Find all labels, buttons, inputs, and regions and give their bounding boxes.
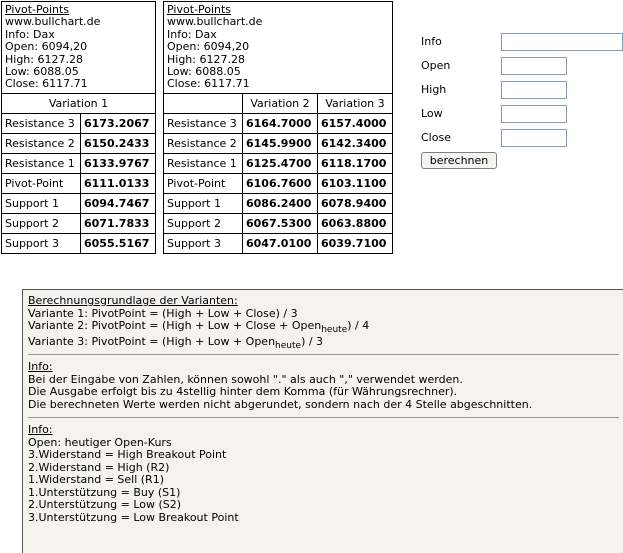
- basis-title: Berechnungsgrundlage der Varianten:: [28, 294, 238, 307]
- row-label: Resistance 3: [1, 112, 81, 134]
- row-label: Support 2: [163, 212, 243, 234]
- formula-variant-2: Variante 2: PivotPoint = (High + Low + C…: [28, 319, 370, 335]
- legend-line: 1.Widerstand = Sell (R1): [28, 473, 164, 486]
- column-header-variation-2: Variation 2: [242, 92, 318, 114]
- row-value: 6071.7833: [80, 212, 156, 234]
- open-line: Open: 6094,20: [167, 40, 250, 54]
- table-row: Pivot-Point 6111.0133: [1, 172, 156, 194]
- table-row: Resistance 1 6133.9767: [1, 152, 156, 174]
- column-header-variation-3: Variation 3: [317, 92, 393, 114]
- close-line: Close: 6117.71: [167, 77, 250, 91]
- low-input[interactable]: [501, 105, 567, 123]
- table-row: Resistance 2 6150.2433: [1, 132, 156, 154]
- pivot-panel-variation-2-3: Pivot-Points www.bullchart.de Info: Dax …: [163, 1, 393, 254]
- row-label: Resistance 2: [163, 132, 243, 154]
- table-row: Resistance 3 6173.2067: [1, 112, 156, 134]
- table-row: Support 2 6071.7833: [1, 212, 156, 234]
- row-label: Resistance 1: [1, 152, 81, 174]
- row-value-v3: 6039.7100: [317, 232, 393, 254]
- input-info-section: Info: Bei der Eingabe von Zahlen, können…: [28, 360, 623, 411]
- low-label: Low: [421, 107, 443, 120]
- table-row: Support 1 6094.7467: [1, 192, 156, 214]
- row-value-v3: 6078.9400: [317, 192, 393, 214]
- panel-header: Pivot-Points www.bullchart.de Info: Dax …: [163, 1, 393, 94]
- close-line: Close: 6117.71: [5, 77, 88, 91]
- row-label: Support 1: [163, 192, 243, 214]
- row-label: Resistance 1: [163, 152, 243, 174]
- high-input[interactable]: [501, 81, 567, 99]
- row-value-v2: 6047.0100: [242, 232, 318, 254]
- row-value-v3: 6103.1100: [317, 172, 393, 194]
- divider: [28, 417, 619, 418]
- empty-header-cell: [163, 92, 243, 114]
- legend-line: 3.Widerstand = High Breakout Point: [28, 448, 227, 461]
- info-input[interactable]: [501, 33, 623, 51]
- row-value-v2: 6106.7600: [242, 172, 318, 194]
- legend-line: 2.Unterstützung = Low (S2): [28, 498, 182, 511]
- close-label: Close: [421, 131, 451, 144]
- source-url: www.bullchart.de: [5, 15, 101, 29]
- close-input[interactable]: [501, 129, 567, 147]
- calculation-basis-section: Berechnungsgrundlage der Varianten: Vari…: [28, 294, 623, 351]
- table-row: Support 2 6067.5300 6063.8800: [163, 212, 393, 234]
- pivot-table-2: Pivot-Points www.bullchart.de Info: Dax …: [163, 1, 393, 254]
- row-value-v3: 6118.1700: [317, 152, 393, 174]
- legend-line: 3.Unterstützung = Low Breakout Point: [28, 510, 239, 524]
- row-value: 6055.5167: [80, 232, 156, 254]
- open-line: Open: 6094,20: [5, 40, 88, 54]
- info-text-line: Die Ausgabe erfolgt bis zu 4stellig hint…: [28, 385, 458, 398]
- row-value-v2: 6086.2400: [242, 192, 318, 214]
- table-row: Support 3 6047.0100 6039.7100: [163, 232, 393, 254]
- row-label: Support 3: [163, 232, 243, 254]
- info-label: Info: [421, 35, 442, 48]
- row-value: 6111.0133: [80, 172, 156, 194]
- row-value-v2: 6125.4700: [242, 152, 318, 174]
- high-label: High: [421, 83, 447, 96]
- row-value-v3: 6157.4000: [317, 112, 393, 134]
- table-row: Resistance 1 6125.4700 6118.1700: [163, 152, 393, 174]
- row-value: 6173.2067: [80, 112, 156, 134]
- row-value: 6133.9767: [80, 152, 156, 174]
- table-row: Support 1 6086.2400 6078.9400: [163, 192, 393, 214]
- row-value-v2: 6164.7000: [242, 112, 318, 134]
- row-label: Resistance 2: [1, 132, 81, 154]
- table-row: Resistance 2 6145.9900 6142.3400: [163, 132, 393, 154]
- row-value-v3: 6063.8800: [317, 212, 393, 234]
- table-row: Resistance 3 6164.7000 6157.4000: [163, 112, 393, 134]
- open-input[interactable]: [501, 57, 567, 75]
- source-url: www.bullchart.de: [167, 15, 263, 29]
- row-label: Support 1: [1, 192, 81, 214]
- table-row: Support 3 6055.5167: [1, 232, 156, 254]
- row-value-v2: 6067.5300: [242, 212, 318, 234]
- panel-header: Pivot-Points www.bullchart.de Info: Dax …: [1, 1, 156, 94]
- row-value: 6094.7467: [80, 192, 156, 214]
- info-title: Info:: [28, 360, 53, 373]
- pivot-panel-variation-1: Pivot-Points www.bullchart.de Info: Dax …: [1, 1, 156, 254]
- row-label: Resistance 3: [163, 112, 243, 134]
- info-title: Info:: [28, 423, 53, 436]
- open-label: Open: [421, 59, 451, 72]
- row-value-v2: 6145.9900: [242, 132, 318, 154]
- calculate-button[interactable]: berechnen: [421, 152, 497, 169]
- row-label: Pivot-Point: [163, 172, 243, 194]
- notes-panel: Berechnungsgrundlage der Varianten: Vari…: [22, 289, 623, 553]
- row-label: Support 3: [1, 232, 81, 254]
- divider: [28, 354, 619, 355]
- formula-variant-3: Variante 3: PivotPoint = (High + Low + O…: [28, 334, 324, 351]
- row-label: Support 2: [1, 212, 81, 234]
- legend-info-section: Info: Open: heutiger Open-Kurs 3.Widerst…: [28, 423, 623, 524]
- info-text-line: Die berechneten Werte werden nicht abger…: [28, 397, 533, 411]
- pivot-table-1: Pivot-Points www.bullchart.de Info: Dax …: [1, 1, 156, 254]
- row-value: 6150.2433: [80, 132, 156, 154]
- column-header-variation-1: Variation 1: [1, 92, 156, 114]
- table-row: Pivot-Point 6106.7600 6103.1100: [163, 172, 393, 194]
- row-value-v3: 6142.3400: [317, 132, 393, 154]
- row-label: Pivot-Point: [1, 172, 81, 194]
